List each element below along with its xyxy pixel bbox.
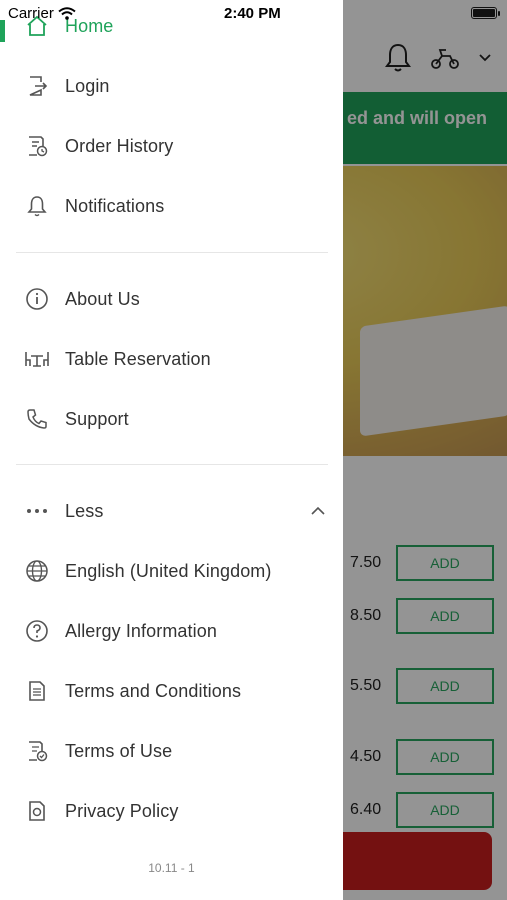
menu-label: Support: [65, 408, 129, 429]
terms-check-icon: [24, 738, 50, 764]
carrier-label: Carrier: [8, 5, 54, 22]
table-icon: [24, 346, 50, 372]
phone-icon: [24, 406, 50, 432]
menu-item-terms-of-use[interactable]: Terms of Use: [24, 731, 172, 771]
side-drawer: Home Login Order History Notifications A…: [0, 0, 343, 900]
menu-label: Allergy Information: [65, 620, 217, 641]
info-icon: [24, 286, 50, 312]
menu-label: Order History: [65, 135, 174, 156]
menu-item-less[interactable]: Less: [24, 491, 103, 531]
menu-label: Privacy Policy: [65, 800, 179, 821]
menu-label: Notifications: [65, 195, 165, 216]
menu-item-order-history[interactable]: Order History: [24, 126, 173, 166]
login-icon: [24, 73, 50, 99]
chevron-up-icon[interactable]: [310, 503, 326, 519]
menu-label: Terms and Conditions: [65, 680, 242, 701]
menu-label: Login: [65, 75, 110, 96]
divider: [16, 464, 328, 465]
menu-item-about-us[interactable]: About Us: [24, 279, 140, 319]
order-history-icon: [24, 133, 50, 159]
status-time: 2:40 PM: [224, 5, 281, 22]
menu-item-allergy[interactable]: Allergy Information: [24, 611, 217, 651]
menu-label: English (United Kingdom): [65, 560, 272, 581]
version-label: 10.11 - 1: [148, 861, 195, 875]
question-icon: [24, 618, 50, 644]
privacy-icon: [24, 798, 50, 824]
menu-item-terms-conditions[interactable]: Terms and Conditions: [24, 671, 241, 711]
menu-item-privacy-policy[interactable]: Privacy Policy: [24, 791, 178, 831]
menu-label: Less: [65, 500, 104, 521]
menu-item-table-reservation[interactable]: Table Reservation: [24, 339, 211, 379]
menu-item-language[interactable]: English (United Kingdom): [24, 551, 272, 591]
globe-icon: [24, 558, 50, 584]
status-bar: Carrier 2:40 PM: [0, 0, 507, 28]
wifi-icon: [58, 7, 76, 20]
more-dots-icon: [24, 498, 50, 524]
menu-label: About Us: [65, 288, 140, 309]
menu-label: Terms of Use: [65, 740, 173, 761]
menu-item-notifications[interactable]: Notifications: [24, 186, 164, 226]
menu-label: Table Reservation: [65, 348, 211, 369]
document-icon: [24, 678, 50, 704]
menu-item-support[interactable]: Support: [24, 399, 129, 439]
battery-icon: [471, 7, 500, 19]
divider: [16, 252, 328, 253]
menu-item-login[interactable]: Login: [24, 66, 110, 106]
bell-icon: [24, 193, 50, 219]
